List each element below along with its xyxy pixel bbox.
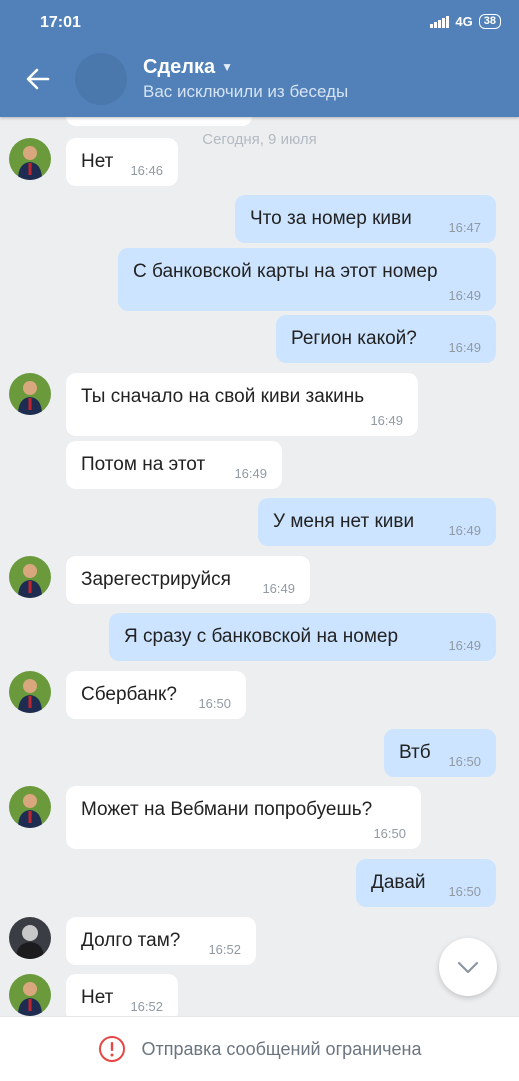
scroll-down-button[interactable] <box>439 938 497 996</box>
message-outgoing[interactable]: С банковской карты на этот номер 16:49 <box>118 248 496 311</box>
chevron-down-icon: ▼ <box>221 60 233 74</box>
message-incoming[interactable]: Зарегестрируйся 16:49 <box>66 556 310 604</box>
status-indicators: 4G 38 <box>430 14 501 29</box>
chat-subtitle: Вас исключили из беседы <box>143 82 349 101</box>
message-time: 16:49 <box>234 466 267 481</box>
message-incoming[interactable]: Может на Вебмани попробуешь? 16:50 <box>66 786 421 849</box>
chat-title-text: Сделка <box>143 56 216 78</box>
status-time: 17:01 <box>40 14 81 31</box>
message-time: 16:50 <box>448 884 481 899</box>
message-outgoing[interactable]: Втб 16:50 <box>384 729 496 777</box>
sender-avatar[interactable] <box>9 786 51 828</box>
message-incoming[interactable]: Сбербанк? 16:50 <box>66 671 246 719</box>
message-text: Регион какой? <box>291 328 417 349</box>
message-time: 16:46 <box>130 163 163 178</box>
message-text: Нет <box>81 151 114 172</box>
message-text: Что за номер киви <box>250 208 412 229</box>
sender-avatar[interactable] <box>9 974 51 1016</box>
message-text: Потом на этот <box>81 454 206 475</box>
message-text: Я сразу с банковской на номер <box>124 626 399 647</box>
message-incoming[interactable]: Потом на этот 16:49 <box>66 441 282 489</box>
message-outgoing[interactable]: У меня нет киви 16:49 <box>258 498 496 546</box>
message-time: 16:49 <box>370 413 403 428</box>
restriction-text: Отправка сообщений ограничена <box>141 1038 422 1059</box>
message-incoming[interactable]: Ты сначало на свой киви закинь 16:49 <box>66 373 418 436</box>
message-incoming[interactable]: Долго там? 16:52 <box>66 917 256 965</box>
message-text: Ты сначало на свой киви закинь <box>81 386 365 407</box>
message-outgoing[interactable]: Регион какой? 16:49 <box>276 315 496 363</box>
message-time: 16:50 <box>448 754 481 769</box>
message-time: 16:49 <box>448 288 481 303</box>
message-text: Втб <box>399 742 431 763</box>
message-time: 16:50 <box>373 826 406 841</box>
signal-icon <box>430 15 450 28</box>
message-outgoing[interactable]: Давай 16:50 <box>356 859 496 907</box>
sender-avatar[interactable] <box>9 671 51 713</box>
message-time: 16:47 <box>448 220 481 235</box>
restricted-footer: Отправка сообщений ограничена <box>0 1016 519 1081</box>
message-time: 16:52 <box>208 942 241 957</box>
message-time: 16:49 <box>448 340 481 355</box>
message-text: Долго там? <box>81 930 181 951</box>
message-incoming[interactable]: Нет 16:46 <box>66 138 178 186</box>
message-time: 16:49 <box>262 581 295 596</box>
message-text: С банковской карты на этот номер <box>133 261 438 282</box>
sender-avatar[interactable] <box>9 373 51 415</box>
message-text: Может на Вебмани попробуешь? <box>81 799 373 820</box>
message-time: 16:49 <box>448 523 481 538</box>
chat-header: 17:01 4G 38 Сделка ▼ Вас исключили из бес… <box>0 0 519 117</box>
message-time: 16:52 <box>130 999 163 1014</box>
message-text: У меня нет киви <box>273 511 415 532</box>
message-outgoing[interactable]: Что за номер киви 16:47 <box>235 195 496 243</box>
sender-avatar[interactable] <box>9 917 51 959</box>
message-incoming[interactable]: Нет 16:52 <box>66 974 178 1022</box>
message-time: 16:49 <box>448 638 481 653</box>
sender-avatar[interactable] <box>9 138 51 180</box>
back-arrow-icon[interactable] <box>24 65 52 93</box>
chat-title[interactable]: Сделка ▼ <box>143 56 233 79</box>
message-time: 16:50 <box>198 696 231 711</box>
chevron-down-icon <box>457 961 479 974</box>
message-text: Нет <box>81 987 114 1008</box>
message-text: Давай <box>371 872 426 893</box>
battery-icon: 38 <box>478 14 501 29</box>
message-text: Сбербанк? <box>81 684 177 705</box>
message-outgoing[interactable]: Я сразу с банковской на номер 16:49 <box>109 613 496 661</box>
chat-avatar[interactable] <box>75 53 127 105</box>
sender-avatar[interactable] <box>9 556 51 598</box>
network-type: 4G <box>455 14 473 29</box>
message-text: Зарегестрируйся <box>81 569 231 590</box>
warning-icon <box>98 1036 125 1062</box>
